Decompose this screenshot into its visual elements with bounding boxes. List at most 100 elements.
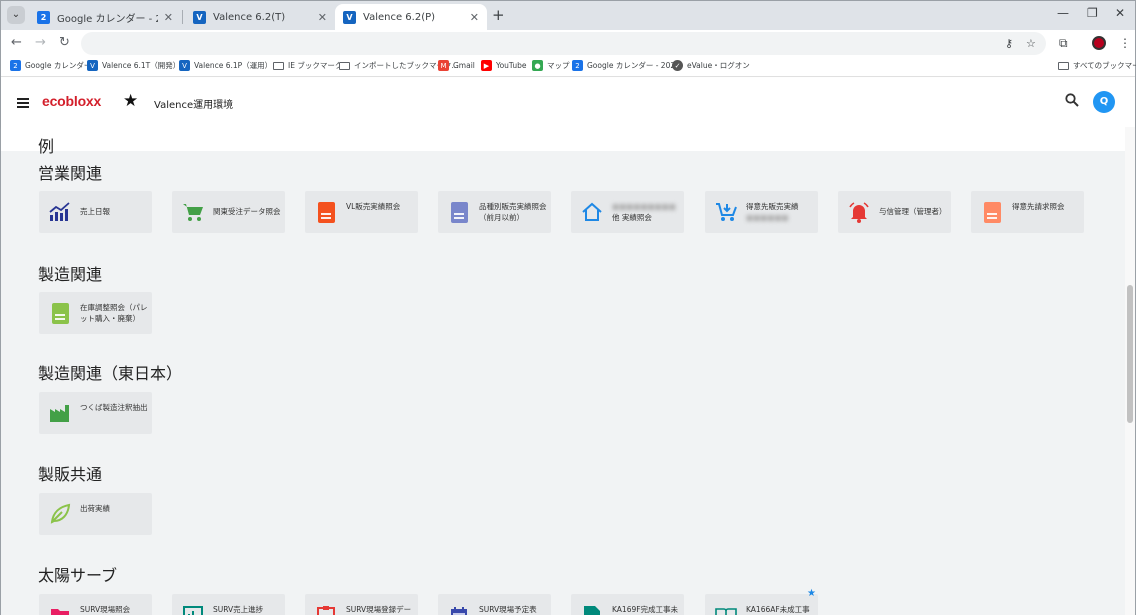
- chart-icon: [181, 603, 205, 615]
- clipboard-icon: [314, 603, 338, 615]
- forward-icon[interactable]: →: [35, 35, 46, 50]
- tile-shipping-results[interactable]: 出荷実績: [39, 493, 152, 535]
- folder-icon: [48, 603, 72, 615]
- tile-product-sales[interactable]: 品種別販売実績照会（前月以前）: [438, 191, 551, 233]
- bell-icon: [847, 200, 871, 224]
- browser-toolbar: ← → ↻ ⚷ ☆ ⧉ ⋮: [1, 30, 1135, 57]
- tab-search-button[interactable]: ⌄: [7, 6, 25, 24]
- bookmark-item[interactable]: 2 Google カレンダー: [10, 60, 91, 71]
- section-title-common: 製販共通: [38, 465, 103, 484]
- new-tab-button[interactable]: +: [492, 6, 505, 24]
- report-icon: [980, 200, 1004, 224]
- cart-download-icon: [714, 200, 738, 224]
- browser-tabstrip: ⌄ 2 Google カレンダー - 2024年 6月 30日 ✕ V Vale…: [1, 1, 1135, 30]
- evalue-icon: ✓: [672, 60, 683, 71]
- calendar-favicon-icon: 2: [37, 10, 50, 24]
- valence-favicon-icon: V: [193, 10, 206, 24]
- address-bar[interactable]: ⚷ ☆: [81, 32, 1046, 55]
- favorite-badge-icon[interactable]: ★: [807, 588, 816, 599]
- all-bookmarks-folder[interactable]: すべてのブックマーク: [1058, 60, 1136, 71]
- profile-avatar[interactable]: [1092, 36, 1106, 50]
- bookmark-item[interactable]: M Gmail: [438, 60, 475, 71]
- close-tab-icon[interactable]: ✕: [318, 11, 327, 24]
- close-tab-icon[interactable]: ✕: [470, 11, 479, 24]
- bar-chart-icon: [48, 200, 72, 224]
- maps-icon: ●: [532, 60, 543, 71]
- calendar-icon: [447, 603, 471, 615]
- favorite-star-icon[interactable]: ★: [123, 91, 138, 111]
- book-icon: [714, 603, 738, 615]
- bookmark-folder[interactable]: IE ブックマーク: [273, 60, 342, 71]
- bookmark-item[interactable]: V Valence 6.1T（開発）: [87, 60, 180, 71]
- tile-surv-sales-progress[interactable]: SURV売上進捗: [172, 594, 285, 615]
- redacted-text: ■■■■■■: [746, 213, 789, 222]
- cart-icon: [181, 200, 205, 224]
- home-icon: [580, 200, 604, 224]
- restore-icon[interactable]: ❐: [1087, 6, 1098, 20]
- gmail-icon: M: [438, 60, 449, 71]
- tile-ka169f[interactable]: KA169F完成工事未: [571, 594, 684, 615]
- report-icon: [314, 200, 338, 224]
- bookmark-item[interactable]: V Valence 6.1P（運用）: [179, 60, 272, 71]
- section-title-sales: 営業関連: [38, 164, 103, 183]
- section-title-manufacturing-east: 製造関連（東日本）: [38, 364, 183, 383]
- folder-icon: [339, 61, 350, 70]
- app-header: ecobloxx ★ Valence運用環境 Q: [1, 78, 1135, 127]
- section-title-manufacturing: 製造関連: [38, 265, 103, 284]
- tile-ka166af[interactable]: KA166AF未成工事 ★: [705, 588, 818, 615]
- minimize-icon[interactable]: —: [1057, 6, 1069, 20]
- tile-credit-management[interactable]: 与信管理（管理者）: [838, 191, 951, 233]
- user-avatar[interactable]: Q: [1093, 91, 1115, 113]
- tile-vl-sales[interactable]: VL販売実績照会: [305, 191, 418, 233]
- tile-customer-sales[interactable]: 得意先販売実績 ■■■■■■: [705, 191, 818, 233]
- close-tab-icon[interactable]: ✕: [164, 11, 173, 24]
- bookmark-item[interactable]: 2 Google カレンダー - 202...: [572, 60, 682, 71]
- tile-surv-site-schedule[interactable]: SURV現場予定表: [438, 594, 551, 615]
- tab-divider: [182, 10, 183, 24]
- leaf-icon: [48, 502, 72, 526]
- folder-icon: [273, 61, 284, 70]
- tile-tsukuba-extract[interactable]: つくば製造注釈抽出: [39, 392, 152, 434]
- tile-surv-site-inquiry[interactable]: SURV現場照会: [39, 594, 152, 615]
- tile-sales-daily[interactable]: 売上日報: [39, 191, 152, 233]
- sheet-icon: [580, 603, 604, 615]
- menu-icon[interactable]: [17, 98, 29, 108]
- browser-menu-icon[interactable]: ⋮: [1119, 36, 1131, 50]
- redacted-text: ■■■■■■■■■: [612, 202, 676, 211]
- tile-inventory-adjustment[interactable]: 在庫調整照会（パレット購入・廃棄）: [39, 292, 152, 334]
- back-icon[interactable]: ←: [11, 35, 22, 50]
- calendar-icon: 2: [10, 60, 21, 71]
- bookmark-star-icon[interactable]: ☆: [1026, 37, 1036, 50]
- extensions-icon[interactable]: ⧉: [1059, 36, 1068, 51]
- environment-name: Valence運用環境: [154, 100, 234, 111]
- bookmark-item[interactable]: ● マップ: [532, 60, 570, 71]
- browser-tab-valence-p[interactable]: V Valence 6.2(P) ✕: [335, 4, 487, 30]
- youtube-icon: ▶: [481, 60, 492, 71]
- valence-favicon-icon: V: [343, 10, 356, 24]
- scrollbar-thumb[interactable]: [1127, 285, 1133, 423]
- bookmarks-bar: 2 Google カレンダー V Valence 6.1T（開発） V Valence…: [1, 57, 1136, 77]
- section-title-example: 例: [38, 137, 55, 156]
- browser-tab-valence-t[interactable]: V Valence 6.2(T) ✕: [185, 4, 335, 30]
- password-key-icon[interactable]: ⚷: [1005, 37, 1013, 50]
- section-title-taiyo-serve: 太陽サーブ: [38, 566, 118, 585]
- reload-icon[interactable]: ↻: [59, 35, 70, 50]
- tile-customer-billing[interactable]: 得意先請求照会: [971, 191, 1084, 233]
- valence-icon: V: [87, 60, 98, 71]
- window-close-icon[interactable]: ✕: [1115, 6, 1125, 20]
- folder-icon: [1058, 61, 1069, 70]
- report-icon: [48, 301, 72, 325]
- main-content: 例 営業関連 売上日報 関東受注データ照会 VL販売実績照会 品種別販売実績照会…: [1, 127, 1125, 615]
- valence-icon: V: [179, 60, 190, 71]
- ecobloxx-logo[interactable]: ecobloxx: [42, 93, 101, 109]
- tile-other-results[interactable]: ■■■■■■■■■ 他 実績照会: [571, 191, 684, 233]
- page-scrollbar[interactable]: [1125, 127, 1135, 615]
- bookmark-item[interactable]: ▶ YouTube: [481, 60, 527, 71]
- tile-kanto-orders[interactable]: 関東受注データ照会: [172, 191, 285, 233]
- search-icon[interactable]: [1065, 93, 1079, 111]
- browser-tab-calendar[interactable]: 2 Google カレンダー - 2024年 6月 30日 ✕: [29, 4, 181, 30]
- report-icon: [447, 200, 471, 224]
- bookmark-item[interactable]: ✓ eValue・ログオン: [672, 60, 750, 71]
- tile-surv-site-registration[interactable]: SURV現場登録デー: [305, 594, 418, 615]
- content-top-band: [1, 127, 1125, 151]
